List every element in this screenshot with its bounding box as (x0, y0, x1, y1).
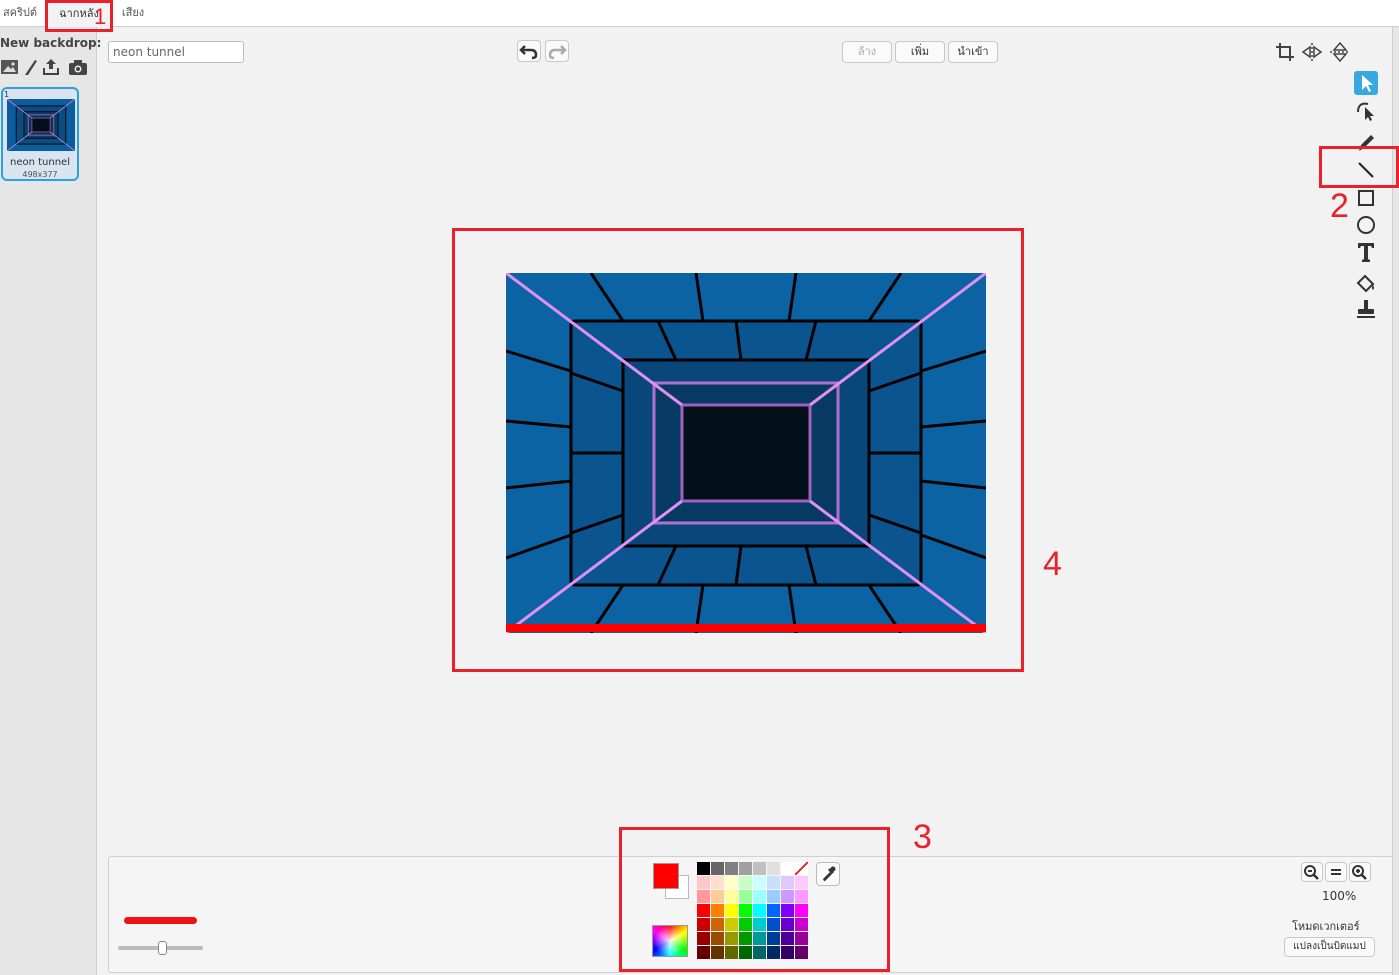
annotation-box-3 (619, 827, 890, 972)
zoom-in-button[interactable] (1349, 862, 1371, 882)
reshape-tool[interactable] (1354, 98, 1378, 122)
text-tool[interactable] (1354, 240, 1378, 264)
undo-button[interactable] (517, 40, 541, 62)
flip-horizontal-icon[interactable] (1300, 41, 1324, 63)
backdrop-number: 1 (4, 90, 10, 99)
redo-button[interactable] (545, 40, 569, 62)
annotation-box-4 (452, 228, 1024, 672)
paint-editor-window: สคริปต์ ฉากหลัง เสียง New backdrop: 1 ne… (0, 0, 1399, 975)
backdrop-name-input[interactable] (108, 41, 244, 63)
select-tool[interactable] (1354, 71, 1378, 95)
zoom-in-icon (1352, 865, 1367, 880)
tab-scripts[interactable]: สคริปต์ (0, 0, 40, 27)
equals-icon (1331, 869, 1341, 875)
backdrop-size: 498x377 (22, 170, 58, 179)
annotation-label-3: 3 (913, 818, 932, 856)
zoom-level: 100% (1322, 889, 1357, 903)
text-icon (1358, 243, 1374, 262)
crop-icon[interactable] (1274, 41, 1298, 63)
annotation-label-1: 1 (94, 4, 107, 29)
backdrop-name: neon tunnel (10, 157, 70, 168)
zoom-reset-button[interactable] (1325, 862, 1347, 882)
stroke-width-preview (124, 917, 197, 924)
backdrop-thumbnail-image (7, 99, 75, 151)
undo-icon (519, 45, 538, 60)
stamp-tool[interactable] (1354, 297, 1378, 321)
annotation-label-2: 2 (1330, 187, 1349, 225)
paint-brush-icon[interactable] (21, 58, 41, 76)
annotation-box-2 (1319, 146, 1399, 188)
tab-bar: สคริปต์ ฉากหลัง เสียง (0, 0, 1399, 28)
zoom-out-icon (1304, 865, 1319, 880)
stamp-icon (1357, 300, 1375, 318)
vector-mode-label: โหมดเวกเตอร์ (1292, 920, 1360, 933)
backdrop-sidebar: New backdrop: 1 neon tunnel 498x377 (0, 27, 101, 975)
flip-vertical-icon[interactable] (1328, 41, 1352, 63)
redo-icon (548, 45, 567, 60)
import-button[interactable]: นำเข้า (948, 41, 998, 63)
tab-sounds[interactable]: เสียง (116, 0, 150, 27)
new-backdrop-title: New backdrop: (0, 36, 102, 50)
paint-bucket-icon (1356, 274, 1375, 293)
upload-icon[interactable] (41, 58, 61, 76)
image-library-icon[interactable] (0, 58, 20, 76)
rectangle-icon (1358, 190, 1374, 206)
add-button[interactable]: เพิ่ม (895, 41, 945, 63)
backdrop-thumbnail[interactable]: 1 neon tunnel 498x377 (1, 87, 79, 181)
clear-button[interactable]: ล้าง (842, 41, 892, 63)
arrow-cursor-icon (1362, 75, 1373, 92)
convert-to-bitmap-button[interactable]: แปลงเป็นบิตแมป (1284, 937, 1375, 957)
annotation-label-4: 4 (1043, 545, 1062, 583)
zoom-out-button[interactable] (1301, 862, 1323, 882)
fill-tool[interactable] (1354, 272, 1378, 296)
rectangle-tool[interactable] (1354, 186, 1378, 210)
reshape-icon (1357, 102, 1374, 121)
ellipse-icon (1357, 216, 1375, 234)
ellipse-tool[interactable] (1354, 213, 1378, 237)
camera-icon[interactable] (68, 58, 88, 76)
stroke-width-slider-handle[interactable] (158, 941, 167, 955)
